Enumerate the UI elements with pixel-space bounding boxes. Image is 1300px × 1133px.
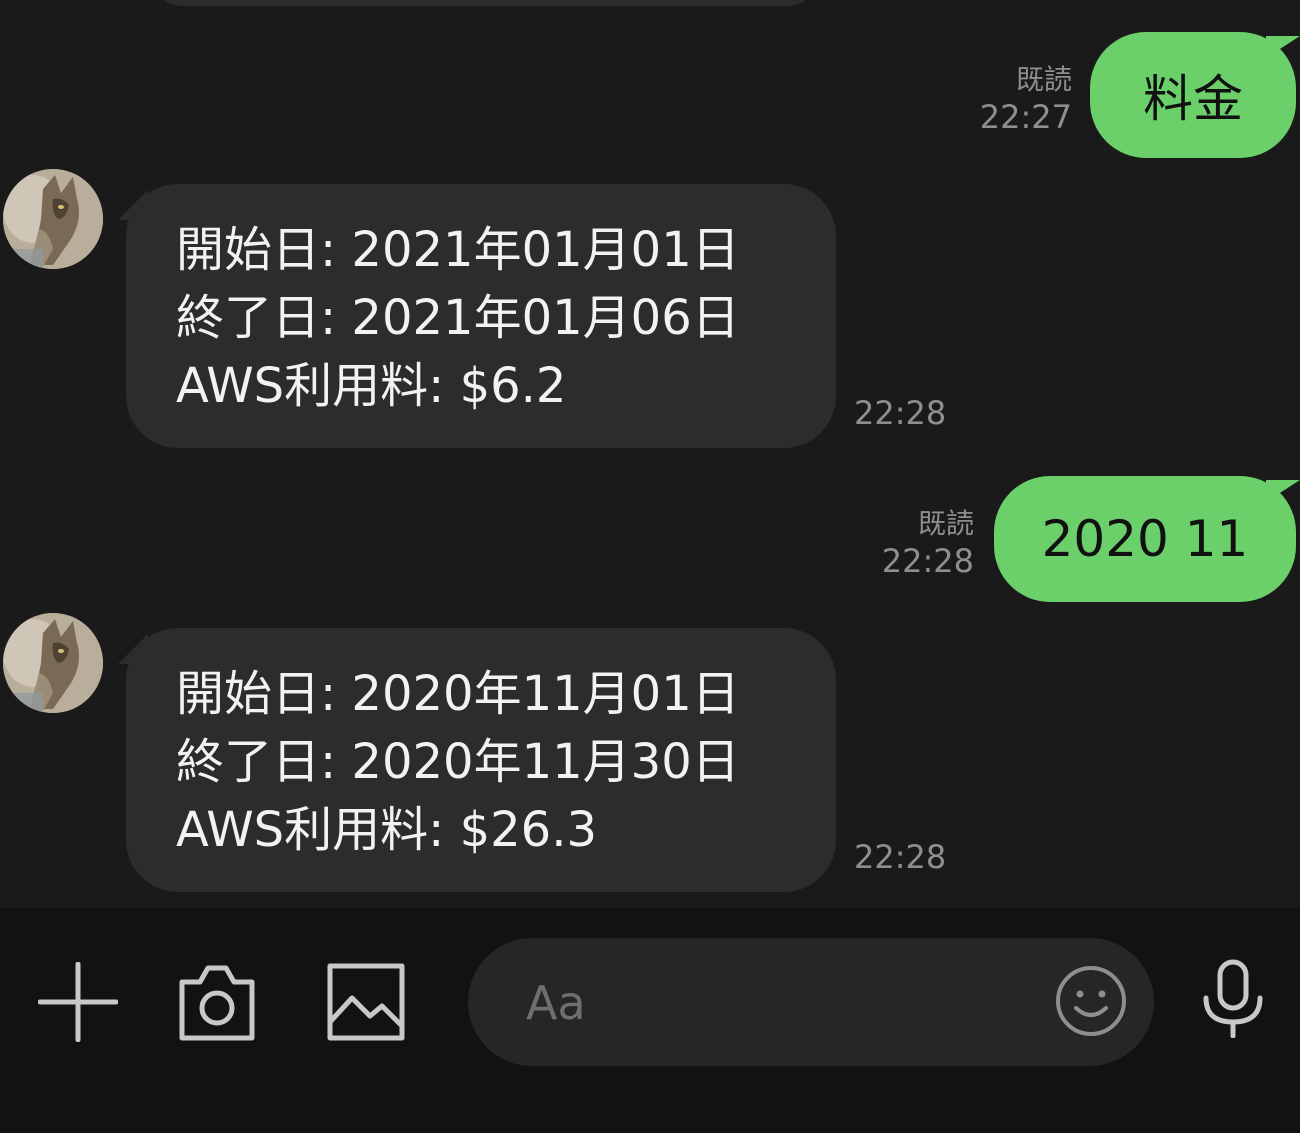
message-time: 22:28 <box>854 838 947 876</box>
message-text: 2020 11 <box>1041 510 1249 568</box>
bubble-tail <box>1266 480 1300 502</box>
cat-avatar-icon <box>3 169 103 269</box>
message-line-start-date: 開始日: 2020年11月01日 <box>176 666 740 722</box>
message-text-field[interactable] <box>468 938 1154 1066</box>
message-line-end-date: 終了日: 2020年11月30日 <box>176 734 740 790</box>
cat-avatar-icon <box>3 613 103 713</box>
message-input[interactable] <box>524 962 1028 1044</box>
outgoing-message-bubble[interactable]: 2020 11 <box>994 476 1296 602</box>
message-meta: 既読 22:27 <box>960 62 1072 137</box>
message-text: 料金 <box>1143 70 1243 128</box>
message-meta: 既読 22:28 <box>862 506 974 581</box>
incoming-message-bubble[interactable]: 開始日: 2020年11月01日 終了日: 2020年11月30日 AWS利用料… <box>126 628 836 892</box>
read-receipt: 既読 <box>1015 63 1072 96</box>
cat-avatar[interactable] <box>3 613 103 713</box>
message-line-start-date: 開始日: 2021年01月01日 <box>176 222 740 278</box>
message-time: 22:28 <box>881 542 974 580</box>
incoming-message-bubble[interactable]: 開始日: 2021年01月01日 終了日: 2021年01月06日 AWS利用料… <box>126 184 836 448</box>
message-time: 22:28 <box>854 394 947 432</box>
emoji-icon[interactable] <box>1054 964 1128 1038</box>
plus-icon[interactable] <box>38 962 118 1042</box>
message-line-end-date: 終了日: 2021年01月06日 <box>176 290 740 346</box>
message-input-bar <box>0 908 1300 1133</box>
image-icon[interactable] <box>326 962 406 1042</box>
message-line-aws-cost: AWS利用料: $6.2 <box>176 358 567 414</box>
camera-icon[interactable] <box>176 962 258 1042</box>
cat-avatar[interactable] <box>3 169 103 269</box>
message-list[interactable]: 既読 22:27 料金 開始日: 2021年01月01日 終了日: 2021年0… <box>0 0 1300 908</box>
microphone-icon[interactable] <box>1200 958 1266 1038</box>
message-line-aws-cost: AWS利用料: $26.3 <box>176 802 597 858</box>
chat-screen: 既読 22:27 料金 開始日: 2021年01月01日 終了日: 2021年0… <box>0 0 1300 1133</box>
message-time: 22:27 <box>979 98 1072 136</box>
read-receipt: 既読 <box>917 507 974 540</box>
bubble-tail <box>1266 36 1300 58</box>
previous-message-bubble <box>150 0 820 6</box>
